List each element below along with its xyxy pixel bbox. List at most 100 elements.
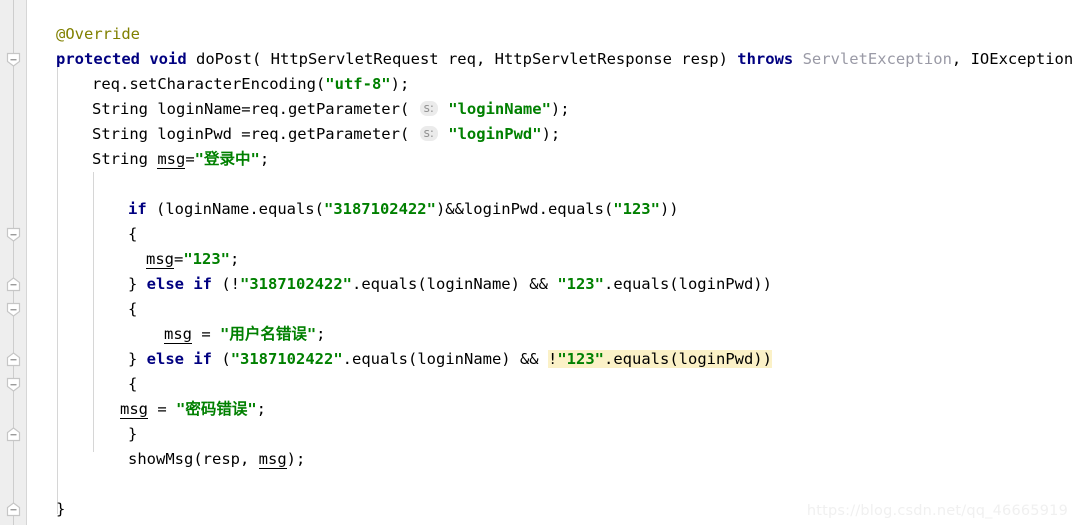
code-line-open-brace-3[interactable]: { (28, 372, 137, 397)
code-line-set-character-encoding[interactable]: req.setCharacterEncoding("utf-8"); (28, 72, 409, 97)
code-line-close-brace-method[interactable]: } (28, 497, 65, 522)
code-token: .equals(loginName) && (352, 275, 558, 293)
keyword-token: else (146, 350, 184, 368)
code-token: ); (550, 100, 570, 118)
code-token: doPost( HttpServletRequest req, HttpServ… (186, 50, 738, 68)
fold-marker-collapse-if-block[interactable] (6, 227, 21, 242)
code-token: } (128, 425, 138, 443)
code-token: ); (286, 450, 306, 468)
keyword-token: protected (56, 50, 140, 68)
parameter-name-hint[interactable]: s: (419, 101, 438, 116)
code-token: req.setCharacterEncoding( (92, 75, 326, 93)
grayed-out-token: ServletException (802, 50, 952, 68)
keyword-token: if (193, 350, 213, 368)
code-line-if-condition[interactable]: if (loginName.equals("3187102422")&&logi… (28, 197, 679, 222)
warning-underlined-identifier: msg (258, 450, 287, 469)
code-token: (loginName.equals( (146, 200, 324, 218)
code-token: ; (259, 150, 270, 168)
fold-marker-expand-block-end[interactable] (6, 277, 21, 292)
string-literal: "loginPwd" (448, 125, 542, 143)
search-highlight-token: .equals(loginPwd)) (604, 350, 772, 368)
code-line-call-showmsg[interactable]: showMsg(resp, msg); (28, 447, 305, 472)
code-token: ( (212, 350, 231, 368)
string-literal: "utf-8" (325, 75, 391, 93)
code-token: = (192, 325, 220, 343)
string-literal: "登录中" (194, 150, 260, 168)
code-token: { (128, 375, 138, 393)
code-token: { (128, 225, 138, 243)
code-token: ; (230, 250, 240, 268)
code-token: String loginName=req.getParameter( (92, 100, 410, 118)
code-editor: @Override protected void doPost( HttpServ… (0, 0, 1082, 525)
code-token: { (128, 300, 138, 318)
string-literal: "loginName" (448, 100, 551, 118)
warning-underlined-identifier: msg (120, 400, 148, 419)
fold-region-line (13, 0, 14, 525)
warning-underlined-identifier: msg (146, 250, 174, 269)
string-literal: "3187102422" (323, 200, 436, 218)
search-highlight-token: ! (547, 350, 558, 368)
search-highlight-token: "123" (557, 350, 604, 368)
code-line-declare-msg[interactable]: String msg="登录中"; (28, 147, 269, 172)
string-literal: "3187102422" (230, 350, 343, 368)
code-token: ; (256, 400, 267, 418)
fold-marker-collapse-elseif-block-2[interactable] (6, 377, 21, 392)
keyword-token: if (128, 200, 147, 218)
code-token: } (56, 500, 66, 518)
string-literal: "123" (613, 200, 660, 218)
code-line-assign-msg-123[interactable]: msg="123"; (28, 247, 239, 272)
code-token: , IOException { (951, 50, 1082, 68)
code-surface[interactable]: @Override protected void doPost( HttpServ… (28, 0, 1082, 525)
string-literal: "用户名错误" (220, 325, 317, 343)
parameter-name-hint[interactable]: s: (419, 126, 438, 141)
code-line-annotation-override[interactable]: @Override (28, 22, 140, 47)
code-line-open-brace-1[interactable]: { (28, 222, 137, 247)
fold-marker-collapse-elseif-block[interactable] (6, 302, 21, 317)
string-literal: "密码错误" (176, 400, 257, 418)
warning-underlined-identifier: msg (164, 325, 192, 344)
code-token: ); (541, 125, 561, 143)
code-line-assign-msg-password-error[interactable]: msg = "密码错误"; (28, 397, 266, 422)
code-token: ); (390, 75, 410, 93)
string-literal: "123" (557, 275, 604, 293)
code-line-declare-loginname[interactable]: String loginName=req.getParameter( s: "l… (28, 97, 570, 122)
code-line-assign-msg-username-error[interactable]: msg = "用户名错误"; (28, 322, 326, 347)
code-line-else-if-wrong-password[interactable]: } else if ("3187102422".equals(loginName… (28, 347, 772, 372)
code-token: .equals(loginName) && (342, 350, 548, 368)
keyword-token: else (146, 275, 184, 293)
code-token: = (185, 150, 195, 168)
code-token: String (92, 150, 158, 168)
code-token: .equals(loginPwd)) (603, 275, 772, 293)
fold-marker-expand-method-end[interactable] (6, 502, 21, 517)
keyword-token: throws (737, 50, 794, 68)
code-line-else-if-wrong-username[interactable]: } else if (!"3187102422".equals(loginNam… (28, 272, 772, 297)
editor-gutter[interactable] (0, 0, 27, 525)
code-line-close-brace-inner[interactable]: } (28, 422, 137, 447)
string-literal: "123" (183, 250, 231, 268)
code-token: = (148, 400, 176, 418)
code-token: )&&loginPwd.equals( (435, 200, 614, 218)
code-line-declare-loginpwd[interactable]: String loginPwd =req.getParameter( s: "l… (28, 122, 560, 147)
annotation-token: @Override (56, 25, 140, 43)
code-line-method-signature-dopost[interactable]: protected void doPost( HttpServletReques… (28, 47, 1082, 72)
code-token: = (174, 250, 184, 268)
code-token: String loginPwd =req.getParameter( (92, 125, 410, 143)
code-token: )) (659, 200, 679, 218)
warning-underlined-identifier: msg (157, 150, 186, 169)
code-token: } (128, 350, 147, 368)
code-token: showMsg(resp, (128, 450, 259, 468)
code-token: ; (316, 325, 326, 343)
fold-marker-expand-block-end-3[interactable] (6, 427, 21, 442)
keyword-token: void (149, 50, 187, 68)
fold-marker-collapse-method[interactable] (6, 52, 21, 67)
code-line-open-brace-2[interactable]: { (28, 297, 137, 322)
fold-marker-expand-block-end-2[interactable] (6, 352, 21, 367)
